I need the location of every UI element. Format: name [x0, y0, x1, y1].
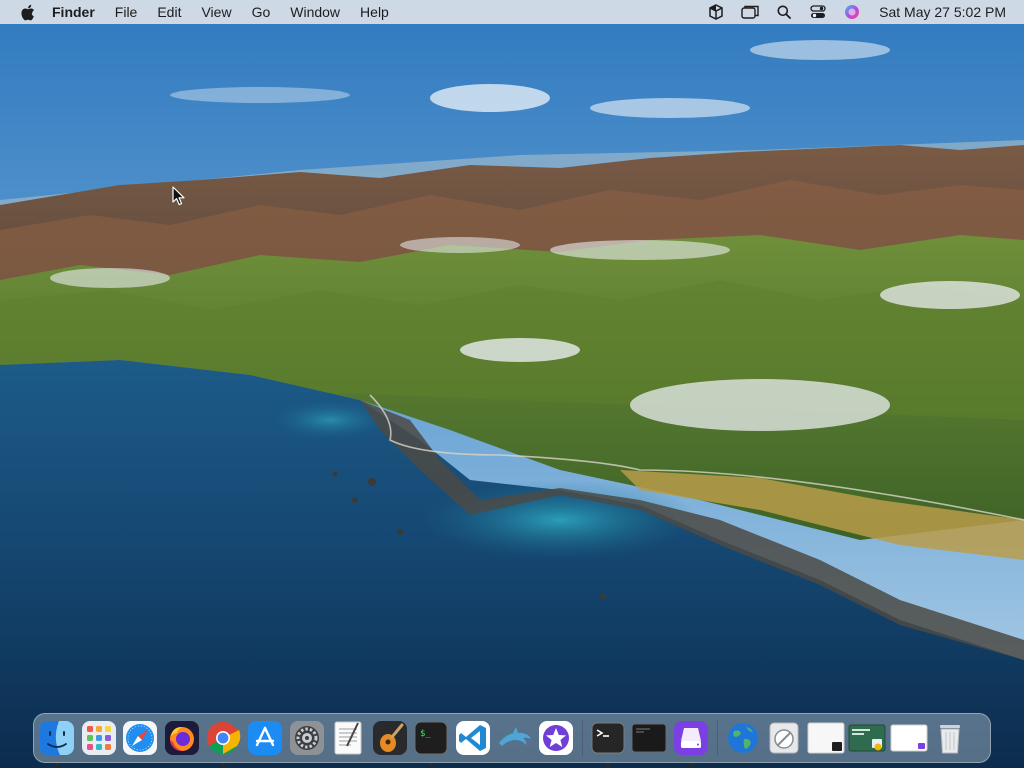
- dock-chrome[interactable]: [204, 719, 242, 767]
- dock-window-thumbnail-3[interactable]: [890, 719, 928, 757]
- firefox-icon: [164, 721, 199, 755]
- menu-file[interactable]: File: [105, 0, 148, 24]
- dock-window-thumbnail-1[interactable]: [807, 719, 845, 757]
- vscode-icon: [455, 721, 490, 755]
- spotlight-search-icon[interactable]: [767, 0, 801, 24]
- console-icon: [631, 723, 667, 753]
- running-indicator: [605, 763, 610, 767]
- dock-firefox[interactable]: [163, 719, 201, 757]
- menu-app-name[interactable]: Finder: [46, 0, 105, 24]
- menu-go[interactable]: Go: [242, 0, 281, 24]
- dock-console[interactable]: [630, 719, 668, 757]
- dock-iterm[interactable]: $_: [412, 719, 450, 767]
- dock-trash[interactable]: [931, 719, 969, 757]
- dock-network[interactable]: [724, 719, 762, 757]
- dock-separator: [716, 720, 718, 756]
- menu-window[interactable]: Window: [280, 0, 350, 24]
- storage-icon: [673, 721, 708, 755]
- window-thumbnail-icon: [848, 724, 886, 752]
- dock-storage-app[interactable]: [672, 719, 710, 767]
- textedit-icon: [334, 721, 362, 755]
- running-indicator: [688, 763, 693, 767]
- dock-window-thumbnail-2[interactable]: [848, 719, 886, 757]
- trash-icon: [940, 725, 961, 754]
- menu-bar-left: Finder File Edit View Go Window Help: [0, 0, 399, 24]
- chrome-icon: [207, 721, 241, 755]
- terminal-icon: [591, 722, 625, 754]
- dock-system-preferences[interactable]: [288, 719, 326, 757]
- dock-garageband[interactable]: [371, 719, 409, 757]
- menu-bar-clock[interactable]: Sat May 27 5:02 PM: [869, 4, 1014, 20]
- dock-app-store[interactable]: [246, 719, 284, 757]
- dock-safari[interactable]: [121, 719, 159, 757]
- garageband-icon: [372, 721, 407, 755]
- dock-finder[interactable]: [38, 719, 76, 767]
- dock-imovie[interactable]: [537, 719, 575, 757]
- window-thumbnail-icon: [807, 722, 845, 754]
- app-store-icon: [247, 721, 282, 755]
- launchpad-icon: [81, 721, 116, 755]
- menu-bar: Finder File Edit View Go Window Help Sat…: [0, 0, 1024, 24]
- dock-separator: [581, 720, 583, 756]
- system-preferences-icon: [289, 721, 324, 755]
- globe-icon: [727, 723, 758, 753]
- dolphin-icon: [498, 727, 531, 746]
- window-thumbnail-icon: [890, 724, 928, 752]
- dock-vscode[interactable]: [454, 719, 492, 757]
- control-center-icon[interactable]: [801, 0, 835, 24]
- menu-help[interactable]: Help: [350, 0, 399, 24]
- finder-icon: [40, 721, 74, 755]
- dock-mysql-workbench[interactable]: [496, 719, 534, 757]
- dock: $_: [33, 713, 991, 767]
- dock-launchpad[interactable]: [80, 719, 118, 757]
- menu-view[interactable]: View: [191, 0, 241, 24]
- utility-icon: [769, 722, 799, 754]
- mouse-cursor-icon: [172, 186, 186, 206]
- svg-text:$_: $_: [420, 729, 431, 739]
- menu-edit[interactable]: Edit: [147, 0, 191, 24]
- dock-utility[interactable]: [765, 719, 803, 757]
- iterm-icon: $_: [414, 721, 448, 755]
- imovie-icon: [539, 721, 574, 755]
- dock-textedit[interactable]: [329, 719, 367, 757]
- running-indicator: [55, 763, 59, 767]
- menu-bar-right: Sat May 27 5:02 PM: [699, 0, 1024, 24]
- window-icon[interactable]: [733, 0, 767, 24]
- desktop-wallpaper: [0, 0, 1024, 768]
- safari-icon: [123, 721, 158, 755]
- siri-icon[interactable]: [835, 0, 869, 24]
- dock-terminal[interactable]: [589, 719, 627, 767]
- apple-menu-icon[interactable]: [8, 0, 46, 24]
- box-icon[interactable]: [699, 0, 733, 24]
